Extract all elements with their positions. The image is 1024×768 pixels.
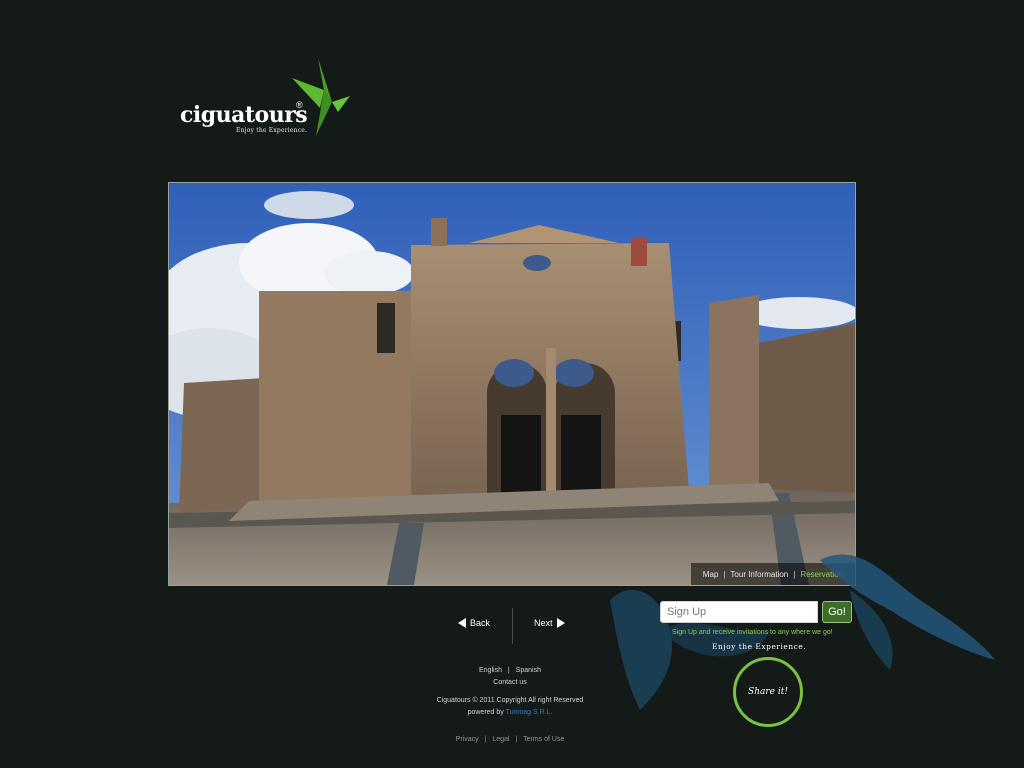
brand-name: ciguatours	[180, 102, 308, 128]
enjoy-tagline: Enjoy the Experience.	[712, 642, 807, 651]
turimag-link[interactable]: Turimag S.R.L.	[506, 709, 553, 716]
arrow-right-icon	[556, 618, 565, 628]
signup-form: Go!	[660, 601, 852, 625]
signup-note: Sign Up and receive invitations to any w…	[672, 629, 833, 636]
privacy-link[interactable]: Privacy	[456, 736, 479, 743]
legal-link[interactable]: Legal	[492, 736, 509, 743]
terms-of-use-link[interactable]: Terms of Use	[523, 736, 564, 743]
footer-separator: |	[484, 736, 487, 743]
arrow-left-icon	[458, 618, 466, 628]
legal-links: Privacy | Legal | Terms of Use	[410, 736, 610, 743]
footer-separator: |	[515, 736, 518, 743]
pager: Back Next	[456, 606, 576, 646]
footer-separator: |	[507, 667, 510, 674]
language-spanish-link[interactable]: Spanish	[516, 667, 541, 674]
pager-divider	[512, 608, 513, 644]
brand-tagline: Enjoy the Experience.	[236, 127, 308, 134]
back-label: Back	[470, 618, 491, 628]
language-english-link[interactable]: English	[479, 667, 502, 674]
copyright-text: Ciguatours © 2011 Copyright All right Re…	[436, 697, 584, 704]
cathedral-photo	[169, 183, 855, 585]
contact-link[interactable]: Contact us	[410, 679, 610, 686]
share-button[interactable]: Share it!	[733, 657, 803, 727]
language-links: English | Spanish	[410, 667, 610, 674]
powered-prefix: powered by	[467, 709, 504, 716]
back-button[interactable]: Back	[458, 618, 490, 628]
signup-input[interactable]	[660, 601, 818, 623]
go-button[interactable]: Go!	[822, 601, 852, 623]
share-label: Share it!	[748, 687, 788, 697]
next-label: Next	[534, 618, 553, 628]
next-button[interactable]: Next	[534, 618, 565, 628]
registered-mark: ®	[296, 100, 303, 110]
tour-photo: Map | Tour Information | Reservation	[168, 182, 856, 586]
brand-logo[interactable]: ciguatours ® Enjoy the Experience.	[180, 56, 360, 140]
powered-by: powered by Turimag S.R.L.	[410, 709, 610, 716]
